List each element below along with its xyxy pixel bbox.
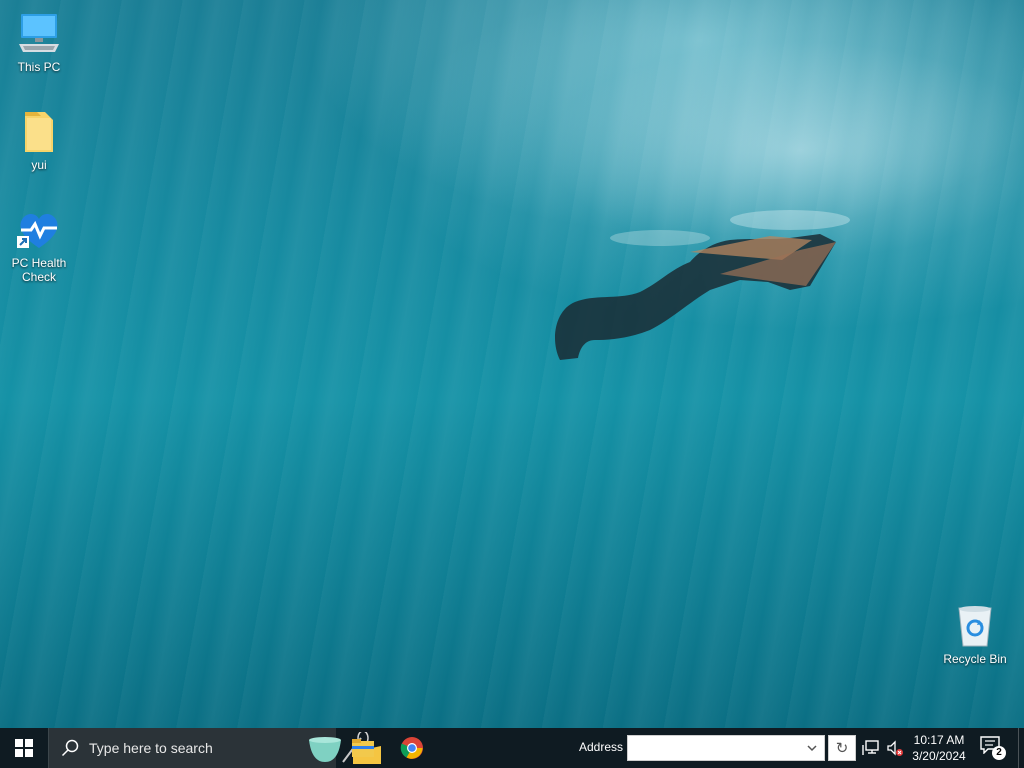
search-icon — [61, 739, 79, 757]
taskbar-clock[interactable]: 10:17 AM 3/20/2024 — [906, 732, 972, 764]
clock-date: 3/20/2024 — [912, 749, 966, 763]
desktop-icon-label: Recycle Bin — [943, 652, 1007, 666]
taskbar-search-box[interactable]: Type here to search — [48, 728, 381, 768]
notification-count-badge: 2 — [992, 746, 1006, 760]
address-input[interactable] — [632, 739, 806, 759]
desktop-icon-label: PC Health Check — [11, 256, 67, 284]
volume-muted-icon[interactable] — [886, 739, 904, 757]
chrome-icon — [400, 737, 423, 759]
taskbar: Type here to search Address ↻ 10:17 AM 3… — [0, 728, 1024, 768]
address-go-button[interactable]: ↻ — [828, 735, 856, 761]
computer-icon — [15, 10, 63, 58]
desktop-icon-label: yui — [31, 158, 47, 172]
address-toolbar-box[interactable] — [627, 735, 825, 761]
chevron-down-icon[interactable] — [804, 740, 820, 756]
taskbar-file-explorer[interactable] — [339, 728, 387, 768]
show-desktop-button[interactable] — [1018, 728, 1024, 768]
desktop-icon-recycle-bin[interactable]: Recycle Bin — [937, 602, 1013, 666]
file-explorer-icon — [352, 739, 374, 757]
folder-icon — [15, 108, 63, 156]
light-rays — [0, 0, 1024, 728]
recycle-bin-icon — [951, 602, 999, 650]
clock-time: 10:17 AM — [913, 733, 965, 747]
address-toolbar-label: Address — [579, 740, 624, 754]
network-icon[interactable] — [862, 739, 880, 757]
health-heart-icon — [15, 206, 63, 254]
desktop-icon-pc-health-check[interactable]: PC Health Check — [1, 206, 77, 284]
start-button[interactable] — [0, 728, 48, 768]
desktop-icon-label: This PC — [17, 60, 61, 74]
freediver-image — [555, 210, 850, 360]
search-placeholder: Type here to search — [89, 740, 213, 756]
desktop-wallpaper: This PC yui PC Health Check Recycle Bin — [0, 0, 1024, 728]
action-center-button[interactable]: 2 — [980, 736, 1006, 760]
refresh-icon: ↻ — [835, 740, 849, 757]
desktop-icon-yui[interactable]: yui — [1, 108, 77, 172]
windows-logo-icon — [15, 739, 33, 757]
desktop-icon-this-pc[interactable]: This PC — [1, 10, 77, 74]
taskbar-chrome[interactable] — [388, 728, 436, 768]
